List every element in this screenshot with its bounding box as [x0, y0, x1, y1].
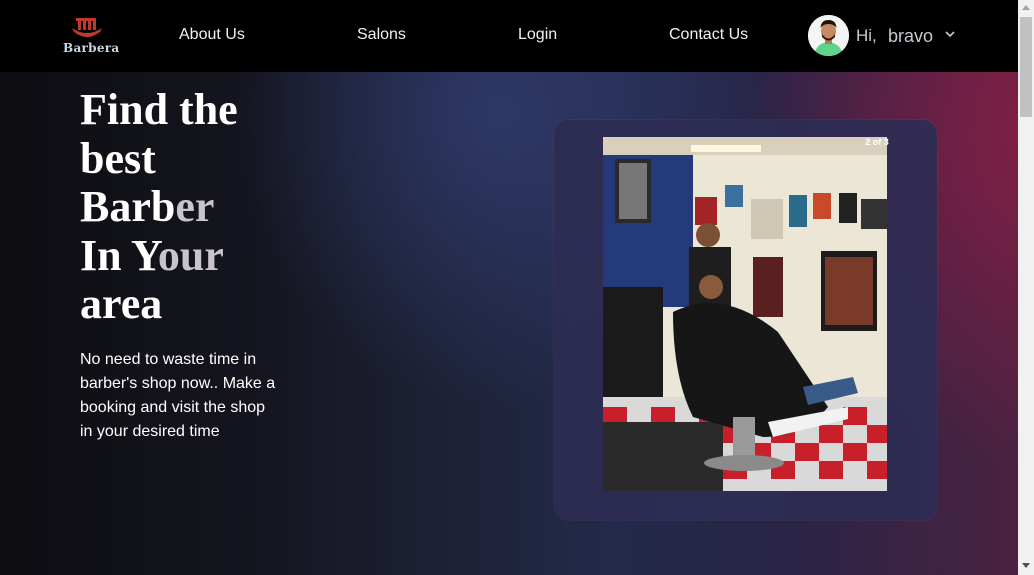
chevron-down-icon: [945, 31, 955, 38]
nav-link-salons[interactable]: Salons: [357, 26, 406, 44]
username-text: bravo: [888, 26, 934, 46]
scroll-thumb[interactable]: [1020, 17, 1032, 117]
navbar: Barbera About Us Salons Login Contact Us…: [0, 0, 1018, 72]
brand-name: Barbera: [63, 41, 120, 55]
barber-chair-icon: [72, 18, 102, 37]
scroll-up-arrow-icon[interactable]: [1022, 4, 1030, 10]
nav-link-login[interactable]: Login: [518, 26, 557, 44]
headline-line-3: Barber: [80, 182, 215, 231]
page-scrollbar[interactable]: [1018, 0, 1034, 575]
hero-subtext: No need to waste time in barber's shop n…: [80, 351, 276, 440]
slide-counter: 2 of 3: [865, 137, 889, 147]
nav-link-about-us[interactable]: About Us: [179, 26, 245, 44]
headline-line-1: Find the: [80, 85, 238, 134]
greeting-text: Hi,: [856, 26, 877, 45]
headline-line-4: In Your: [80, 230, 224, 280]
scroll-down-arrow-icon[interactable]: [1022, 563, 1030, 569]
hero-headline: Find the best Barber In Your area: [80, 85, 320, 329]
headline-line-2: best: [80, 133, 156, 183]
nav-link-contact-us[interactable]: Contact Us: [669, 26, 748, 44]
headline-line-5: area: [80, 279, 163, 328]
carousel-image[interactable]: [603, 137, 887, 491]
user-menu[interactable]: Hi, bravo: [808, 15, 968, 57]
brand-logo[interactable]: Barbera: [60, 14, 120, 60]
avatar: [808, 15, 849, 56]
